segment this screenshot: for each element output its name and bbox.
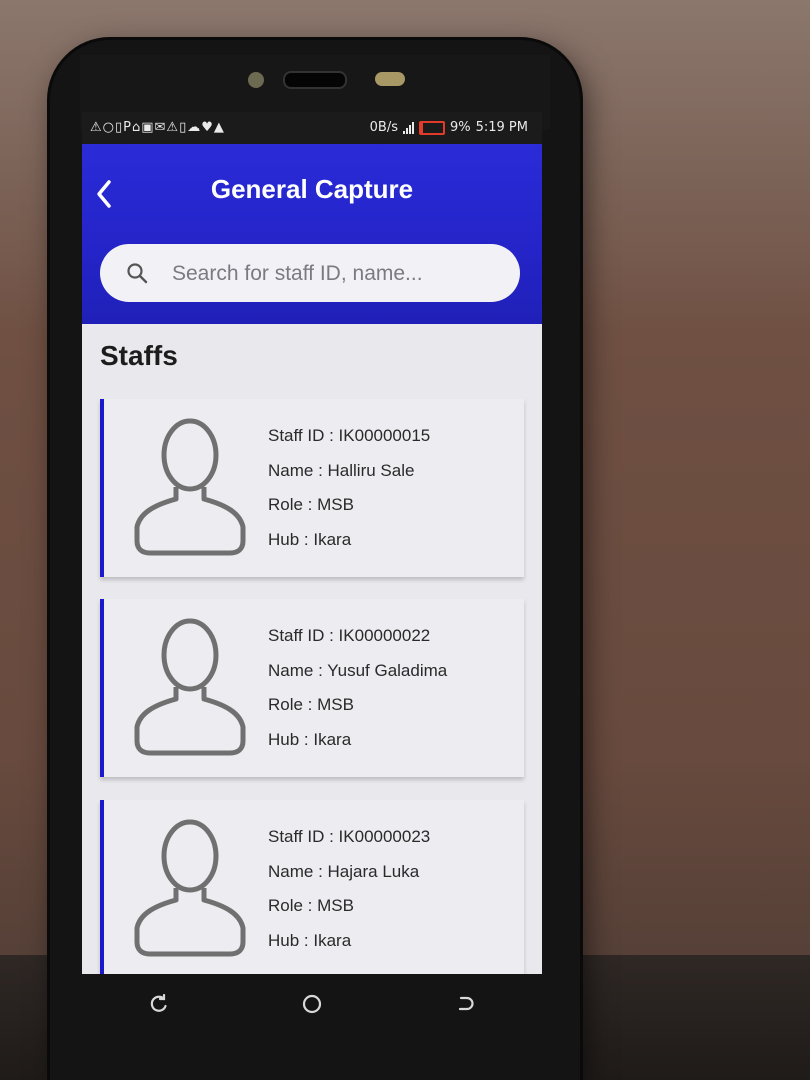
home-button[interactable] (292, 984, 332, 1024)
staff-card[interactable]: Staff ID : IK00000015 Name : Halliru Sal… (100, 399, 524, 577)
battery-icon (418, 120, 445, 135)
staff-name: Name : Yusuf Galadima (268, 660, 448, 680)
network-speed: 0B/s (369, 120, 398, 135)
staff-hub: Hub : Ikara (268, 529, 352, 549)
front-flash (375, 72, 405, 86)
staff-id: Staff ID : IK00000015 (268, 426, 431, 445)
app-bar: General Capture (82, 144, 542, 324)
staff-id: Staff ID : IK00000022 (268, 626, 431, 645)
signal-icon (402, 121, 414, 134)
page-title: General Capture (210, 174, 414, 204)
section-title: Staffs (100, 340, 178, 371)
notification-icons: ⚠○▯P⌂▣✉⚠▯☁♥▲ (90, 120, 225, 135)
search-input[interactable] (170, 258, 504, 290)
staff-info: Staff ID : IK00000022 Name : Yusuf Galad… (268, 619, 447, 757)
staff-hub: Hub : Ikara (268, 930, 352, 950)
staff-name: Name : Halliru Sale (268, 460, 415, 480)
recent-apps-button[interactable] (139, 984, 179, 1024)
front-camera (248, 72, 264, 88)
staff-hub: Hub : Ikara (268, 729, 352, 749)
status-right: 0B/s 9% 5:19 PM (370, 120, 528, 135)
phone-screen: ⚠○▯P⌂▣✉⚠▯☁♥▲ 0B/s 9% 5:19 PM General Cap… (82, 112, 542, 974)
staff-card[interactable]: Staff ID : IK00000023 Name : Hajara Luka… (100, 800, 524, 974)
home-icon (302, 994, 322, 1014)
earpiece-speaker (283, 71, 347, 89)
back-icon (459, 996, 474, 1011)
recent-apps-icon (150, 994, 167, 1012)
status-time: 5:19 PM (475, 120, 528, 135)
staff-role: Role : MSB (268, 896, 354, 915)
avatar-placeholder-icon (134, 418, 246, 556)
back-button[interactable] (90, 174, 118, 214)
staff-info: Staff ID : IK00000015 Name : Halliru Sal… (268, 419, 430, 557)
staff-id: Staff ID : IK00000023 (268, 827, 431, 846)
system-back-button[interactable] (445, 984, 485, 1024)
staff-role: Role : MSB (268, 495, 354, 514)
staff-role: Role : MSB (268, 695, 354, 714)
avatar-placeholder-icon (134, 819, 246, 957)
search-bar[interactable] (100, 244, 520, 302)
battery-percent: 9% (449, 120, 471, 135)
staff-info: Staff ID : IK00000023 Name : Hajara Luka… (268, 820, 430, 958)
navigation-bar (82, 974, 542, 1034)
search-icon (127, 263, 148, 284)
chevron-left-icon (97, 180, 111, 208)
staff-card[interactable]: Staff ID : IK00000022 Name : Yusuf Galad… (100, 599, 524, 777)
staff-name: Name : Hajara Luka (268, 861, 420, 881)
status-bar: ⚠○▯P⌂▣✉⚠▯☁♥▲ 0B/s 9% 5:19 PM (82, 112, 542, 144)
avatar-placeholder-icon (134, 618, 246, 756)
